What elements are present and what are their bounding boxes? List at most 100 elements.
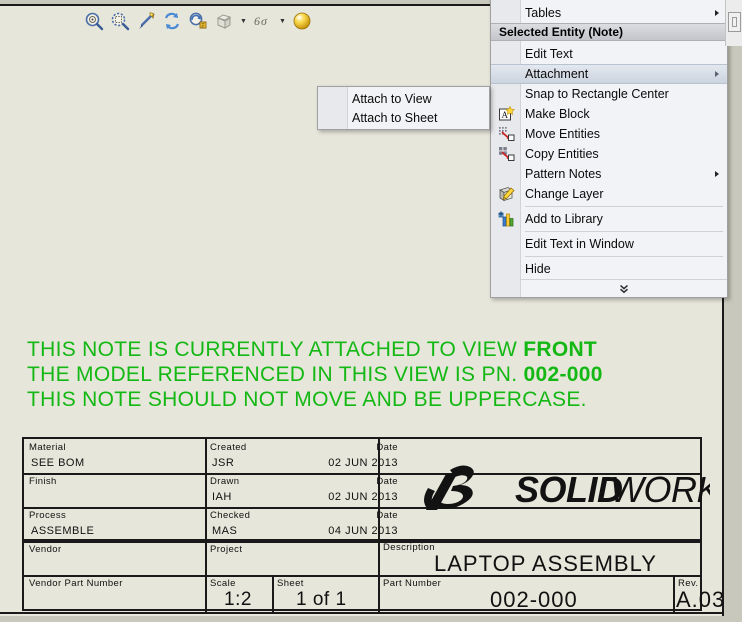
- titleblock-vline-mid: [205, 439, 207, 575]
- view-toolbar: ▼ 6 σ ▼: [82, 6, 314, 36]
- double-chevron-down-icon: [620, 284, 628, 293]
- note-line-3: THIS NOTE SHOULD NOT MOVE AND BE UPPERCA…: [27, 388, 587, 411]
- display-style-icon[interactable]: 6 σ: [251, 9, 275, 33]
- note-line-1-view-name: FRONT: [523, 338, 598, 361]
- note-line-1-prefix: THIS NOTE IS CURRENTLY ATTACHED TO VIEW: [27, 338, 524, 361]
- rev-value[interactable]: A.03: [676, 587, 725, 613]
- created-date-label: Date: [376, 442, 398, 453]
- previous-view-icon[interactable]: [186, 9, 210, 33]
- titleblock-hline-1: [24, 473, 700, 475]
- add-to-library-icon: [496, 210, 516, 228]
- make-block-icon: A: [496, 105, 516, 123]
- chevron-right-icon: [715, 171, 719, 177]
- material-label: Material: [29, 442, 66, 453]
- scale-value[interactable]: 1:2: [224, 589, 252, 611]
- svg-text:σ: σ: [261, 14, 268, 28]
- submenu-item-attach-to-view-label: Attach to View: [352, 91, 432, 106]
- titleblock-hline-2: [24, 507, 700, 509]
- menu-item-add-to-library-label: Add to Library: [525, 212, 603, 226]
- context-menu-separator-2: [525, 231, 723, 232]
- chevron-right-icon: [715, 10, 719, 16]
- chevron-right-icon: [715, 71, 719, 77]
- titleblock-vline-sheet: [272, 575, 274, 613]
- display-style-dropdown-arrow[interactable]: ▼: [277, 9, 288, 33]
- drawn-value[interactable]: IAH: [212, 491, 232, 503]
- process-label: Process: [29, 510, 67, 521]
- submenu-item-attach-to-sheet-label: Attach to Sheet: [352, 110, 438, 125]
- note-line-2: THE MODEL REFERENCED IN THIS VIEW IS PN.…: [27, 362, 603, 387]
- note-line-2-prefix: THE MODEL REFERENCED IN THIS VIEW IS PN.: [27, 363, 524, 386]
- menu-item-edit-text-in-window-label: Edit Text in Window: [525, 237, 634, 251]
- svg-text:A: A: [501, 110, 508, 120]
- process-value[interactable]: ASSEMBLE: [31, 525, 94, 537]
- menu-item-make-block[interactable]: A Make Block: [491, 104, 727, 124]
- menu-item-move-entities-label: Move Entities: [525, 127, 601, 141]
- context-menu[interactable]: Annotations Drawing Views Tables Selecte…: [490, 0, 728, 298]
- menu-item-attachment[interactable]: Attachment: [491, 64, 727, 84]
- context-menu-separator-1: [525, 206, 723, 207]
- title-block[interactable]: Material SEE BOM Finish Process ASSEMBLE…: [22, 437, 724, 613]
- view-orientation-icon[interactable]: [212, 9, 236, 33]
- menu-item-edit-text-in-window[interactable]: Edit Text in Window: [491, 234, 727, 254]
- submenu-item-attach-to-view[interactable]: Attach to View: [318, 89, 489, 108]
- vendor-label: Vendor: [29, 544, 62, 555]
- part-number-label: Part Number: [383, 578, 442, 589]
- vertical-scrollbar[interactable]: [725, 0, 742, 46]
- vendor-part-number-label: Vendor Part Number: [29, 578, 123, 589]
- attachment-submenu[interactable]: Attach to View Attach to Sheet: [317, 86, 490, 130]
- zoom-to-area-icon[interactable]: [108, 9, 132, 33]
- copy-entities-icon: [496, 145, 516, 163]
- menu-item-tables[interactable]: Tables: [491, 3, 727, 23]
- drawn-label: Drawn: [210, 476, 240, 487]
- checked-value[interactable]: MAS: [212, 525, 237, 537]
- menu-item-copy-entities[interactable]: Copy Entities: [491, 144, 727, 164]
- sheet-label: Sheet: [277, 578, 304, 589]
- change-layer-icon: [496, 185, 516, 203]
- solidworks-drawing-window: ▼ 6 σ ▼ THIS NOTE IS CURRENTLY ATTACHED …: [0, 0, 742, 622]
- move-entities-icon: [496, 125, 516, 143]
- menu-item-add-to-library[interactable]: Add to Library: [491, 209, 727, 229]
- attached-note-text[interactable]: THIS NOTE IS CURRENTLY ATTACHED TO VIEW …: [27, 337, 603, 412]
- created-date-value[interactable]: 02 JUN 2013: [328, 457, 398, 469]
- drawn-date-value[interactable]: 02 JUN 2013: [328, 491, 398, 503]
- titleblock-vline-rev: [673, 575, 675, 613]
- note-line-1: THIS NOTE IS CURRENTLY ATTACHED TO VIEW …: [27, 337, 603, 362]
- menu-item-move-entities[interactable]: Move Entities: [491, 124, 727, 144]
- scale-label: Scale: [210, 578, 236, 589]
- scrollbar-thumb[interactable]: [728, 12, 741, 32]
- description-value[interactable]: LAPTOP ASSEMBLY: [434, 551, 657, 577]
- context-menu-separator-3: [525, 256, 723, 257]
- checked-label: Checked: [210, 510, 251, 521]
- material-value[interactable]: SEE BOM: [31, 457, 85, 469]
- zoom-to-fit-icon[interactable]: [82, 9, 106, 33]
- drawn-date-label: Date: [376, 476, 398, 487]
- menu-item-snap-to-rectangle-center[interactable]: Snap to Rectangle Center: [491, 84, 727, 104]
- menu-item-hide[interactable]: Hide: [491, 259, 727, 279]
- view-orientation-dropdown-arrow[interactable]: ▼: [238, 9, 249, 33]
- sheet-border-bottom: [0, 612, 724, 614]
- part-number-value[interactable]: 002-000: [490, 587, 578, 613]
- zoom-to-selection-icon[interactable]: [134, 9, 158, 33]
- menu-item-tables-label: Tables: [525, 6, 562, 20]
- context-menu-expand-button[interactable]: [521, 279, 727, 297]
- context-menu-section-header: Selected Entity (Note): [491, 23, 727, 41]
- menu-item-edit-text-label: Edit Text: [525, 47, 573, 61]
- menu-item-edit-text[interactable]: Edit Text: [491, 44, 727, 64]
- created-value[interactable]: JSR: [212, 457, 234, 469]
- menu-item-copy-entities-label: Copy Entities: [525, 147, 599, 161]
- rotate-view-icon[interactable]: [160, 9, 184, 33]
- finish-label: Finish: [29, 476, 57, 487]
- note-line-2-part-number: 002-000: [523, 363, 603, 386]
- scrollbar-thumb-grip: [732, 17, 737, 27]
- menu-item-hide-label: Hide: [525, 262, 551, 276]
- menu-item-change-layer[interactable]: Change Layer: [491, 184, 727, 204]
- menu-item-pattern-notes[interactable]: Pattern Notes: [491, 164, 727, 184]
- menu-item-attachment-label: Attachment: [525, 67, 589, 81]
- checked-date-value[interactable]: 04 JUN 2013: [328, 525, 398, 537]
- sheet-value[interactable]: 1 of 1: [296, 589, 347, 611]
- submenu-item-attach-to-sheet[interactable]: Attach to Sheet: [318, 108, 489, 127]
- svg-text:6: 6: [254, 14, 260, 28]
- menu-item-make-block-label: Make Block: [525, 107, 590, 121]
- apply-scene-icon[interactable]: [290, 9, 314, 33]
- menu-item-pattern-notes-label: Pattern Notes: [525, 167, 602, 181]
